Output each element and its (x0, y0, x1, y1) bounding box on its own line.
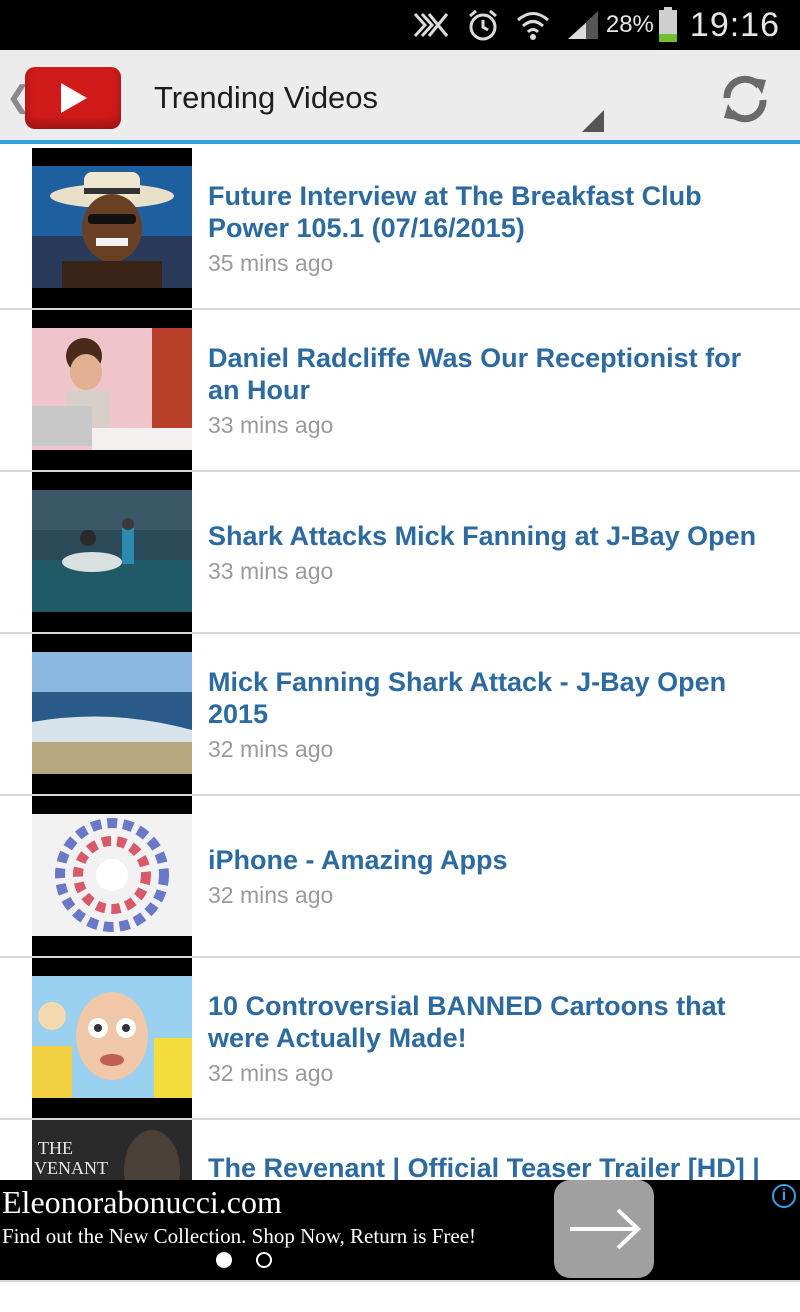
video-title[interactable]: iPhone - Amazing Apps (208, 844, 780, 876)
arrow-right-icon (570, 1208, 641, 1250)
action-bar: ❮ Trending Videos (0, 50, 800, 144)
ad-banner[interactable]: Eleonorabonucci.com Find out the New Col… (0, 1180, 800, 1280)
youtube-logo-icon[interactable] (25, 67, 121, 129)
ad-text[interactable]: Find out the New Collection. Shop Now, R… (2, 1224, 476, 1249)
svg-text:THE: THE (38, 1138, 73, 1158)
video-list: Future Interview at The Breakfast Club P… (0, 148, 800, 1282)
video-title[interactable]: Shark Attacks Mick Fanning at J-Bay Open (208, 520, 780, 552)
list-item[interactable]: iPhone - Amazing Apps 32 mins ago (0, 796, 800, 958)
video-thumbnail[interactable] (32, 148, 192, 308)
thumbnail-image (32, 814, 192, 936)
video-info: 10 Controversial BANNED Cartoons that we… (208, 958, 780, 1118)
video-time: 32 mins ago (208, 1059, 334, 1086)
video-info: Mick Fanning Shark Attack - J-Bay Open 2… (208, 634, 780, 794)
battery-percent: 28% (605, 11, 654, 38)
video-thumbnail[interactable] (32, 472, 192, 632)
video-thumbnail[interactable] (32, 634, 192, 794)
dropdown-indicator-icon[interactable] (582, 110, 604, 132)
battery-icon (658, 7, 678, 43)
video-title[interactable]: Daniel Radcliffe Was Our Receptionist fo… (208, 342, 780, 406)
clock: 19:16 (689, 5, 780, 44)
refresh-button[interactable] (718, 72, 772, 126)
ad-info-icon[interactable]: i (772, 1184, 796, 1208)
list-item[interactable]: Mick Fanning Shark Attack - J-Bay Open 2… (0, 634, 800, 796)
nfc-icon (412, 10, 450, 40)
alarm-icon (466, 8, 500, 42)
video-time: 32 mins ago (208, 735, 334, 762)
video-title[interactable]: 10 Controversial BANNED Cartoons that we… (208, 990, 780, 1054)
status-bar: 28% 19:16 (0, 0, 800, 50)
ad-page-dot-active[interactable] (216, 1252, 232, 1268)
refresh-icon (723, 75, 767, 123)
video-thumbnail[interactable] (32, 310, 192, 470)
list-item[interactable]: Shark Attacks Mick Fanning at J-Bay Open… (0, 472, 800, 634)
video-thumbnail[interactable] (32, 958, 192, 1118)
thumbnail-image (32, 490, 192, 612)
play-icon (61, 83, 87, 113)
thumbnail-image (32, 976, 192, 1098)
video-title[interactable]: Mick Fanning Shark Attack - J-Bay Open 2… (208, 666, 780, 730)
ad-arrow-button[interactable] (554, 1180, 654, 1278)
thumbnail-image (32, 166, 192, 288)
video-thumbnail[interactable] (32, 796, 192, 956)
video-info: Daniel Radcliffe Was Our Receptionist fo… (208, 310, 780, 470)
list-item[interactable]: Future Interview at The Breakfast Club P… (0, 148, 800, 310)
page-title[interactable]: Trending Videos (154, 80, 378, 116)
list-item[interactable]: 10 Controversial BANNED Cartoons that we… (0, 958, 800, 1120)
svg-text:VENANT: VENANT (34, 1158, 108, 1178)
thumbnail-image (32, 652, 192, 774)
video-time: 33 mins ago (208, 557, 334, 584)
video-time: 33 mins ago (208, 411, 334, 438)
list-item[interactable]: Daniel Radcliffe Was Our Receptionist fo… (0, 310, 800, 472)
video-info: Shark Attacks Mick Fanning at J-Bay Open… (208, 472, 780, 632)
thumbnail-image (32, 328, 192, 450)
ad-page-dot[interactable] (256, 1252, 272, 1268)
video-info: Future Interview at The Breakfast Club P… (208, 148, 780, 308)
video-title[interactable]: Future Interview at The Breakfast Club P… (208, 180, 780, 244)
video-time: 32 mins ago (208, 881, 334, 908)
video-info: iPhone - Amazing Apps 32 mins ago (208, 796, 780, 956)
wifi-icon (516, 9, 550, 41)
video-time: 35 mins ago (208, 249, 334, 276)
signal-icon (566, 9, 600, 41)
ad-domain[interactable]: Eleonorabonucci.com (2, 1184, 282, 1221)
